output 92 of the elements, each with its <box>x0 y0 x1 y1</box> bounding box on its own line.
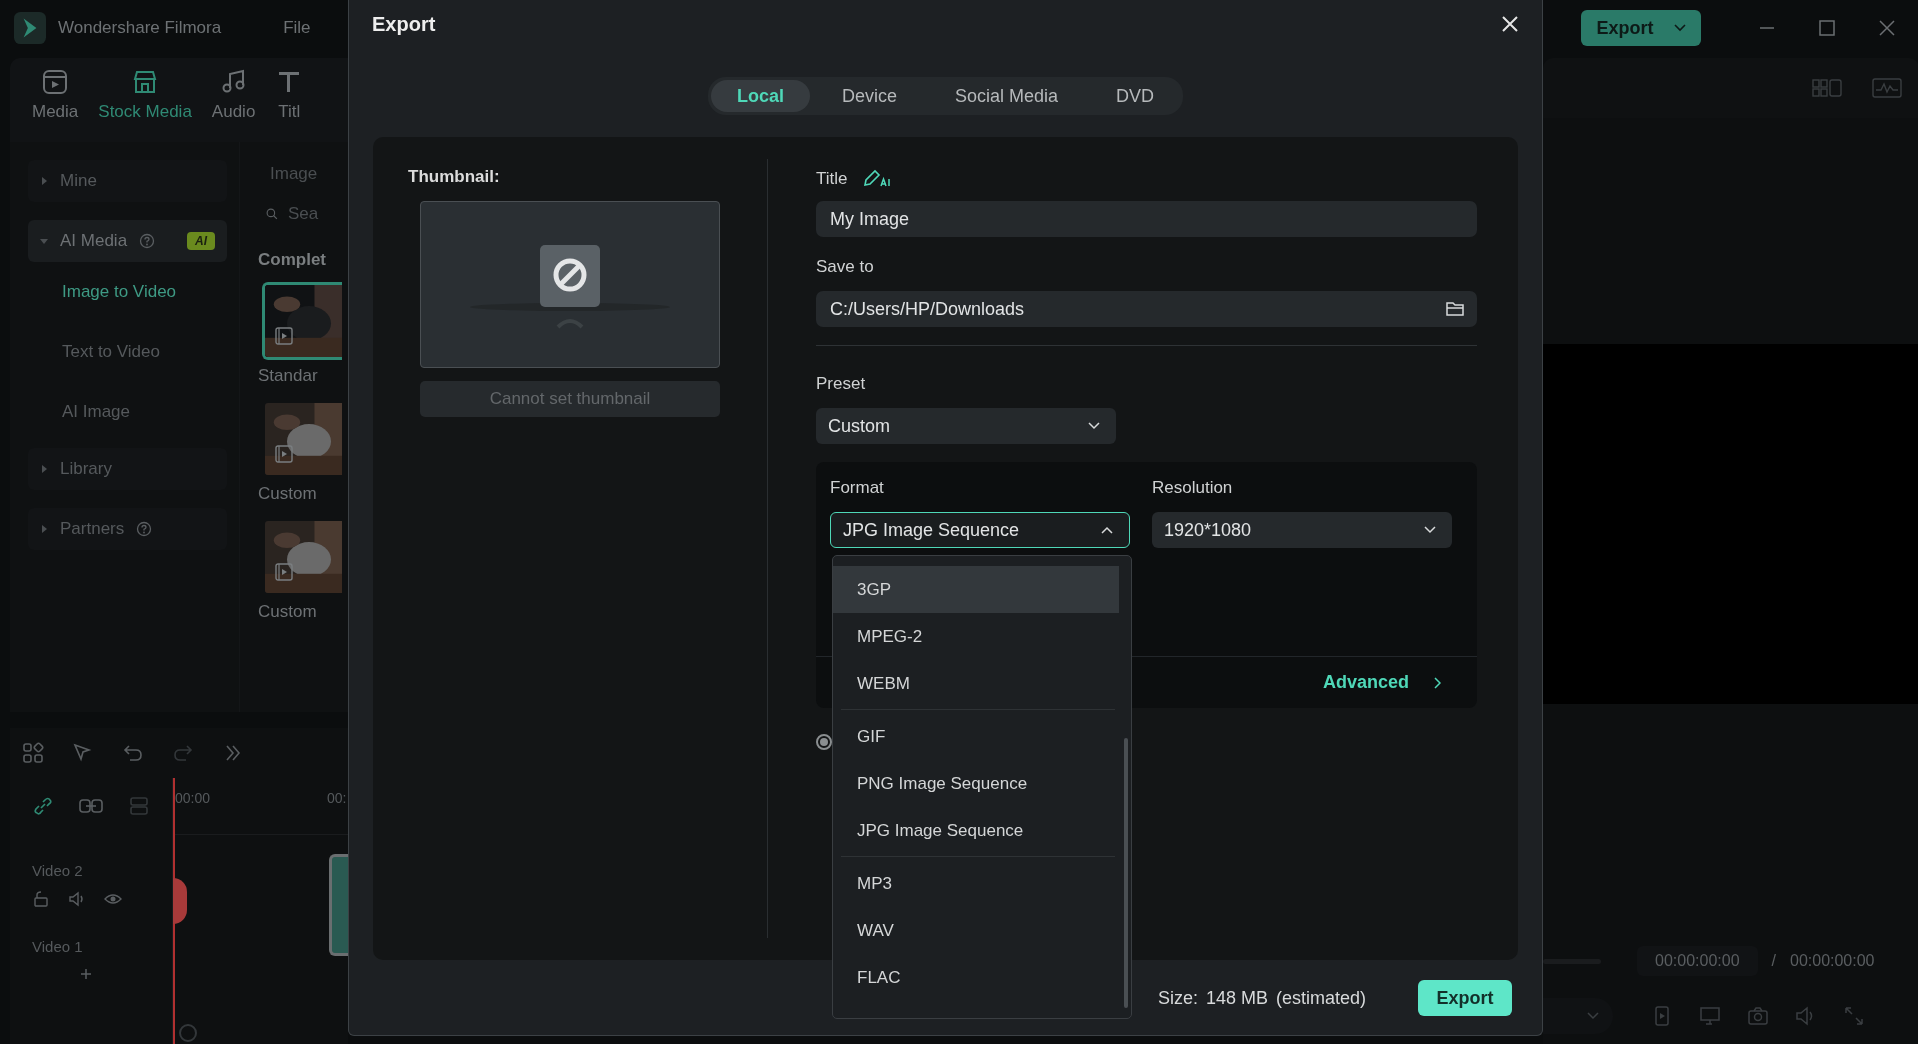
time-separator: / <box>1771 952 1776 970</box>
ai-pen-icon[interactable] <box>861 169 892 189</box>
grid-icon[interactable] <box>22 742 44 764</box>
close-icon[interactable] <box>1500 14 1520 34</box>
waveform-chart-icon[interactable] <box>1871 77 1903 99</box>
save-path-field[interactable]: C:/Users/HP/Downloads <box>816 291 1477 327</box>
thumbnail-label: Thumbnail: <box>408 167 501 187</box>
menu-option[interactable]: GIF <box>833 713 1119 760</box>
menu-item[interactable]: File <box>283 18 311 38</box>
chevron-down-icon <box>1424 526 1436 534</box>
track-name: Video 2 <box>32 862 83 879</box>
film-icon <box>275 327 293 345</box>
chevron-right-icon <box>1433 676 1441 689</box>
caret-down-icon <box>40 237 48 245</box>
sidebar-item[interactable]: Image to Video <box>28 268 227 328</box>
toolbar-tab[interactable]: Media <box>24 58 87 142</box>
app-title: Wondershare Filmora <box>58 18 222 38</box>
field-label: Resolution <box>1152 478 1234 499</box>
sidebar-label: Partners <box>60 519 125 539</box>
menu-option[interactable]: FLAC <box>833 954 1119 1001</box>
ai-badge: AI <box>187 232 216 250</box>
track-name: Video 1 <box>32 938 83 955</box>
caret-right-icon <box>40 177 48 185</box>
title-field[interactable]: My Image <box>816 201 1477 237</box>
menu-option[interactable]: WEBM <box>833 660 1119 707</box>
preset-dropdown[interactable]: Custom <box>816 408 1116 444</box>
toolbar-tab[interactable]: Stock Media <box>90 58 200 142</box>
section-heading: Complet <box>258 250 327 270</box>
field-label: Title <box>816 169 848 189</box>
playhead-handle[interactable] <box>173 878 187 924</box>
maximize-icon[interactable] <box>1817 18 1837 38</box>
fullscreen-icon[interactable] <box>1843 1005 1865 1027</box>
media-label: Standar <box>258 366 319 386</box>
undo-icon[interactable] <box>122 742 144 764</box>
chevron-up-icon <box>1101 526 1113 534</box>
search-icon <box>266 206 278 222</box>
tab[interactable]: Device <box>815 80 923 112</box>
layout-icon[interactable] <box>1811 77 1843 99</box>
format-dropdown[interactable]: JPG Image Sequence <box>830 512 1130 548</box>
resolution-dropdown[interactable]: 1920*1080 <box>1152 512 1452 548</box>
menu-option[interactable]: MPEG-2 <box>833 613 1119 660</box>
total-time: 00:00:00:00 <box>1790 952 1875 970</box>
sidebar-label: AI Media <box>60 231 128 251</box>
app-logo-icon <box>14 12 46 44</box>
tab[interactable]: Local <box>710 80 810 112</box>
folder-icon[interactable] <box>1445 300 1465 318</box>
advanced-link[interactable]: Advanced <box>1316 671 1447 694</box>
chevron-down-icon <box>1088 422 1100 430</box>
chevron-down-icon <box>1673 24 1686 32</box>
ruler-time: 00:00 <box>175 790 211 806</box>
film-icon <box>275 445 293 463</box>
size-value: 148 MB <box>1205 987 1268 1009</box>
export-button[interactable]: Export <box>1418 980 1512 1016</box>
media-label: Custom <box>258 484 318 504</box>
speaker-icon[interactable] <box>68 890 86 908</box>
current-time: 00:00:00:00 <box>1637 946 1758 976</box>
size-label: Size: <box>1157 987 1198 1009</box>
chevron-down-icon <box>1587 1012 1599 1020</box>
dialog-title: Export <box>372 12 436 36</box>
lock-icon[interactable] <box>32 890 50 908</box>
field-label: Preset <box>816 374 867 395</box>
menu-option[interactable]: MP3 <box>833 860 1119 907</box>
redo-icon[interactable] <box>172 742 194 764</box>
media-icon <box>41 68 70 96</box>
scrollbar[interactable] <box>1124 738 1128 1008</box>
field-label: Format <box>830 478 885 499</box>
size-note: (estimated) <box>1275 987 1366 1009</box>
tab[interactable]: Social Media <box>929 80 1085 112</box>
sidebar-label: Library <box>60 459 112 479</box>
toolbar-tab[interactable]: Audio <box>203 58 264 142</box>
menu-option[interactable]: JPG Image Sequence <box>833 807 1119 854</box>
media-label: Custom <box>258 602 318 622</box>
search-field[interactable]: Sea <box>288 204 348 224</box>
monitor-icon[interactable] <box>1699 1005 1721 1027</box>
field-label: Save to <box>816 257 875 278</box>
film-icon <box>275 563 293 581</box>
menu-option[interactable]: PNG Image Sequence <box>833 760 1119 807</box>
sidebar-group[interactable]: AI Media AI <box>28 220 227 262</box>
link-icon[interactable] <box>32 795 54 817</box>
ruler-time: 00: <box>327 790 347 806</box>
menu-option[interactable]: WAV <box>833 907 1119 954</box>
menu-option[interactable]: 3GP <box>833 566 1119 613</box>
progress-track[interactable] <box>1543 958 1601 964</box>
scroll-thumb[interactable] <box>179 1024 197 1042</box>
add-track-icon[interactable] <box>80 966 92 978</box>
toolbar-tab[interactable]: Titl <box>267 58 312 142</box>
caret-right-icon <box>40 465 48 473</box>
tab[interactable]: DVD <box>1090 80 1181 112</box>
sidebar-label: Mine <box>60 171 97 191</box>
track-icon[interactable] <box>128 795 150 817</box>
camera-icon[interactable] <box>1747 1005 1769 1027</box>
caret-right-icon <box>40 525 48 533</box>
